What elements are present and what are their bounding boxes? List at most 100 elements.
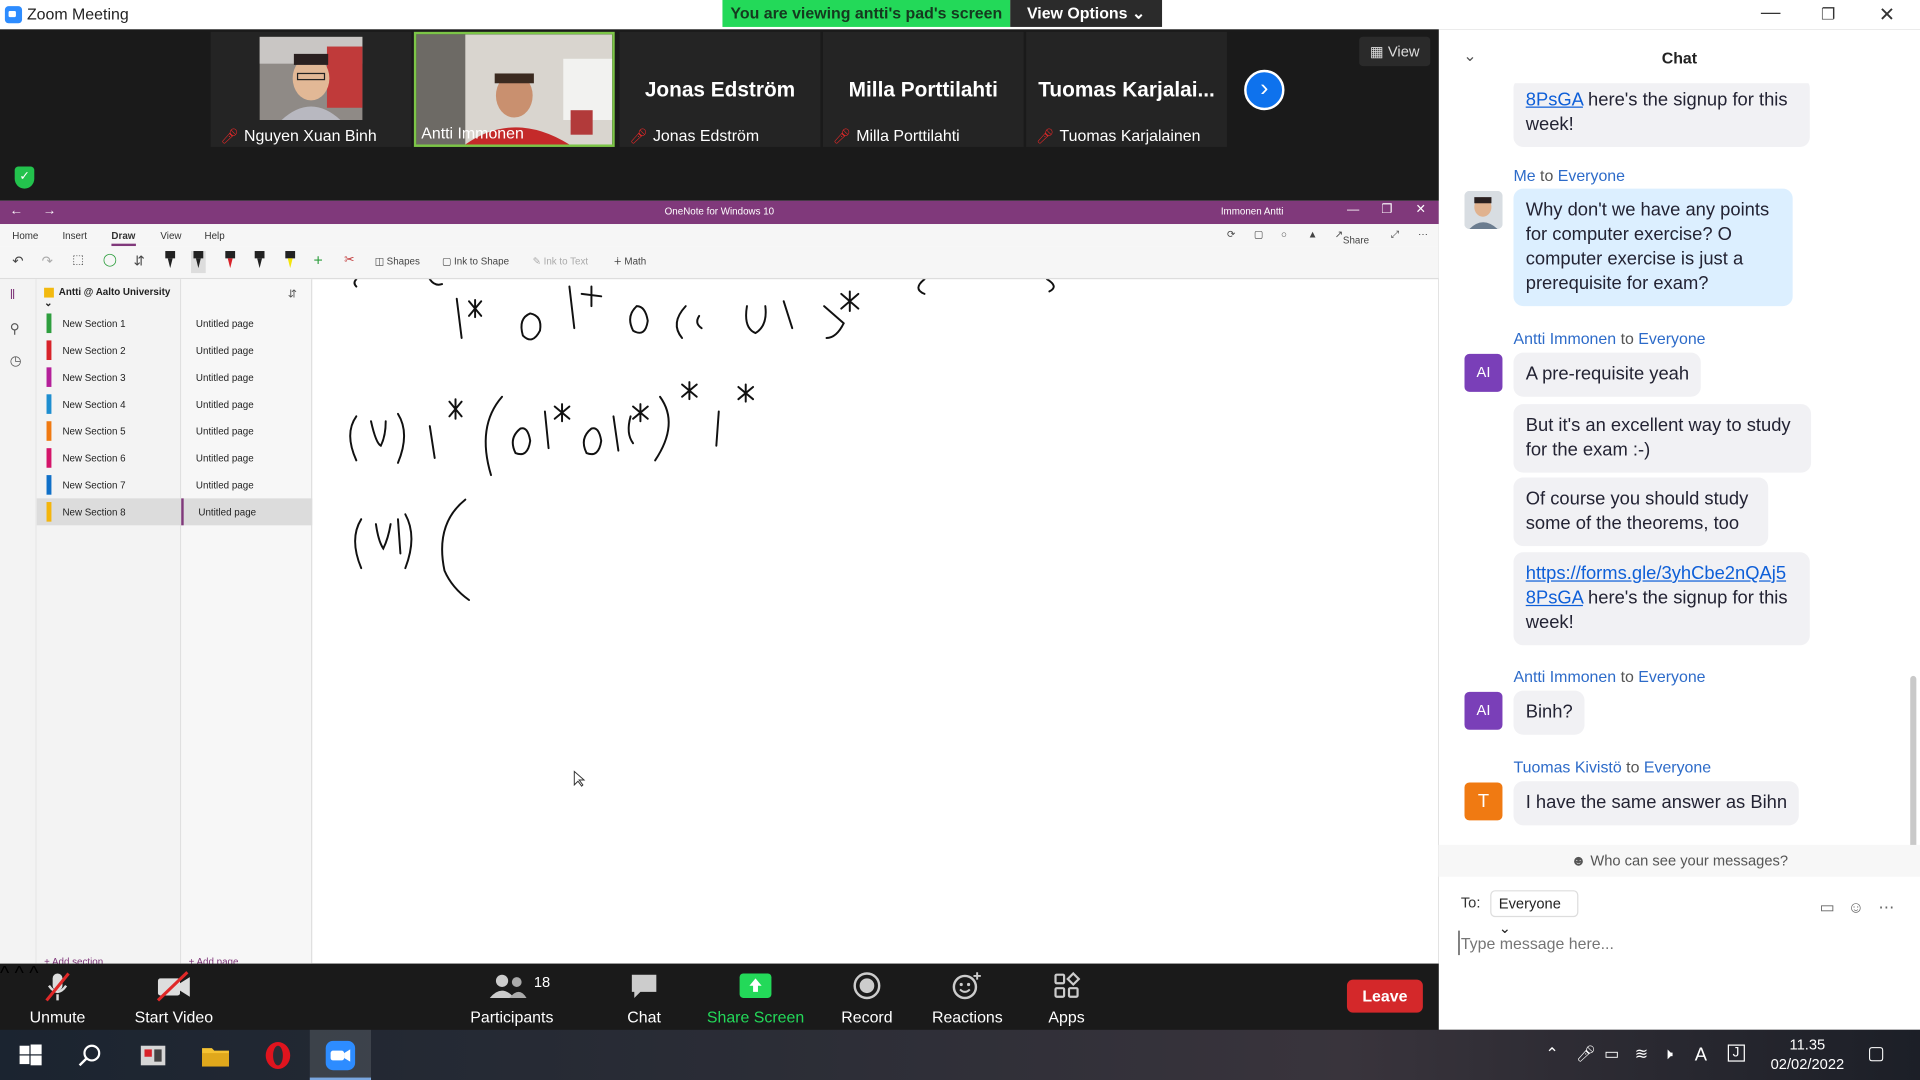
security-shield-icon[interactable]: ✓ (14, 166, 35, 189)
close-icon[interactable]: ✕ (1416, 203, 1426, 216)
ink-to-shape-button[interactable]: ▢ Ink to Shape (442, 256, 509, 267)
search-icon[interactable]: ⚲ (10, 321, 20, 337)
page-item[interactable]: Untitled page (181, 391, 312, 418)
add-pen-icon[interactable]: + (313, 251, 322, 269)
notebook-selector[interactable]: Antti @ Aalto University ⌄ (44, 287, 180, 309)
page-item[interactable]: Untitled page (181, 310, 312, 337)
share-screen-button[interactable]: Share Screen (707, 971, 805, 1026)
shapes-button[interactable]: ◫ Shapes (375, 256, 420, 267)
pen-workspace-icon[interactable]: J (1727, 1044, 1745, 1062)
chat-message-input[interactable] (1458, 930, 1900, 956)
undo-icon[interactable]: ↶ (12, 253, 23, 270)
file-icon[interactable]: ▭ (1820, 898, 1835, 918)
highlighter-icon[interactable] (283, 251, 298, 273)
section-item[interactable]: New Section 6 (37, 444, 181, 471)
minimize-icon[interactable]: — (1752, 2, 1789, 24)
tab-view[interactable]: View (160, 230, 181, 241)
video-tile[interactable]: Tuomas Karjalai... 🎤︎ Tuomas Karjalainen (1026, 31, 1227, 147)
eraser-icon[interactable]: ◯ (103, 253, 117, 266)
search-icon[interactable] (75, 1040, 107, 1072)
apps-button[interactable]: Apps (1018, 971, 1116, 1026)
tab-help[interactable]: Help (204, 230, 224, 241)
bell-icon[interactable]: ▲ (1308, 229, 1318, 240)
microphone-icon[interactable]: 🎤︎ (1576, 1044, 1596, 1064)
ink-canvas[interactable] (312, 279, 1439, 963)
black-pen-icon[interactable] (252, 251, 267, 273)
record-button[interactable]: Record (818, 971, 916, 1026)
section-item[interactable]: New Section 7 (37, 471, 181, 498)
minimize-icon[interactable]: — (1347, 203, 1359, 216)
unmute-button[interactable]: Unmute (9, 971, 107, 1026)
next-page-arrow-icon[interactable]: › (1244, 69, 1285, 111)
video-tile[interactable]: 🎤︎ Nguyen Xuan Binh (210, 31, 412, 147)
section-item[interactable]: New Section 1 (37, 310, 181, 337)
ink-to-text-button[interactable]: ✎ Ink to Text (533, 256, 588, 267)
tab-home[interactable]: Home (12, 230, 38, 241)
sort-icon[interactable]: ⇵ (288, 288, 297, 301)
close-icon[interactable]: ✕ (1869, 2, 1906, 26)
section-label: New Section 8 (62, 506, 126, 518)
more-icon[interactable]: ⋯ (1418, 229, 1428, 240)
file-explorer-icon[interactable] (200, 1040, 232, 1072)
fullscreen-icon[interactable]: ⤢ (1391, 229, 1399, 241)
taskbar-clock[interactable]: 11.35 02/02/2022 (1771, 1035, 1845, 1074)
video-tile[interactable]: Milla Porttilahti 🎤︎ Milla Porttilahti (822, 31, 1024, 147)
page-item[interactable]: Untitled page (181, 364, 312, 391)
more-options-icon[interactable]: ⋯ (1878, 898, 1894, 918)
chat-scrollbar[interactable] (1910, 675, 1917, 872)
lasso-select-icon[interactable]: ⬚ (72, 253, 84, 266)
lightbulb-icon[interactable]: ○ (1281, 229, 1287, 240)
reactions-button[interactable]: Reactions (918, 971, 1016, 1026)
ruler-icon[interactable]: ✂ (344, 253, 354, 266)
notifications-icon[interactable]: ▢ (1867, 1042, 1884, 1064)
redo-icon[interactable]: ↷ (42, 253, 53, 270)
sync-icon[interactable]: ⟳ (1227, 229, 1235, 240)
who-can-see-link[interactable]: ☻ Who can see your messages? (1438, 844, 1920, 877)
zoom-taskbar-button[interactable] (309, 1029, 372, 1080)
opera-browser-icon[interactable] (262, 1040, 294, 1072)
page-item[interactable]: Untitled page (181, 418, 312, 445)
section-item[interactable]: New Section 8 (36, 498, 182, 526)
restore-icon[interactable]: ❐ (1810, 5, 1847, 25)
notebooks-icon[interactable]: ‖ (10, 288, 16, 303)
page-item[interactable]: Untitled page (181, 444, 312, 471)
windows-start-icon[interactable] (15, 1040, 47, 1072)
signup-link[interactable]: 8PsGA (1526, 89, 1583, 110)
page-label: Untitled page (195, 480, 254, 492)
view-button[interactable]: ▦ View (1359, 36, 1431, 67)
chat-label: Chat (627, 1007, 661, 1027)
page-item[interactable]: Untitled page (181, 498, 313, 526)
red-pen-icon[interactable] (223, 251, 238, 273)
video-tile-active-speaker[interactable]: Antti Immonen (413, 31, 615, 147)
show-hidden-icons-icon[interactable]: ⌃ (1545, 1044, 1558, 1064)
participants-button[interactable]: 18 Participants (463, 971, 561, 1026)
recipient-select[interactable]: Everyone ⌄ (1490, 890, 1579, 937)
section-item[interactable]: New Section 3 (37, 364, 181, 391)
tab-draw[interactable]: Draw (111, 230, 136, 247)
section-item[interactable]: New Section 4 (37, 391, 181, 418)
page-item[interactable]: Untitled page (181, 471, 312, 498)
emoji-icon[interactable]: ☺ (1848, 898, 1864, 916)
section-item[interactable]: New Section 5 (37, 418, 181, 445)
black-pen-selected-icon[interactable] (191, 251, 206, 274)
start-video-button[interactable]: Start Video (125, 971, 223, 1026)
insert-space-icon[interactable]: ⇵ (133, 253, 144, 270)
network-icon[interactable]: ≋ (1635, 1044, 1648, 1064)
input-language-icon[interactable]: A (1695, 1044, 1707, 1065)
section-item[interactable]: New Section 2 (37, 337, 181, 364)
math-button[interactable]: ∔ Math (613, 256, 646, 267)
page-item[interactable]: Untitled page (181, 337, 312, 364)
video-tile[interactable]: Jonas Edström 🎤︎ Jonas Edström (619, 31, 821, 147)
page-view-icon[interactable]: ▢ (1254, 229, 1263, 240)
share-button[interactable]: ↗ Share (1335, 229, 1369, 246)
recent-icon[interactable]: ◷ (10, 353, 22, 369)
view-options-button[interactable]: View Options ⌄ (1010, 0, 1163, 27)
black-pen-icon[interactable] (163, 251, 178, 273)
restore-icon[interactable]: ❐ (1381, 203, 1392, 216)
leave-button[interactable]: Leave (1346, 979, 1423, 1013)
app-snip-icon[interactable] (137, 1040, 169, 1072)
tab-insert[interactable]: Insert (62, 230, 87, 241)
volume-icon[interactable]: 🕨︎ (1663, 1044, 1673, 1064)
chat-button[interactable]: Chat (595, 971, 693, 1026)
battery-icon[interactable]: ▭ (1604, 1044, 1619, 1064)
